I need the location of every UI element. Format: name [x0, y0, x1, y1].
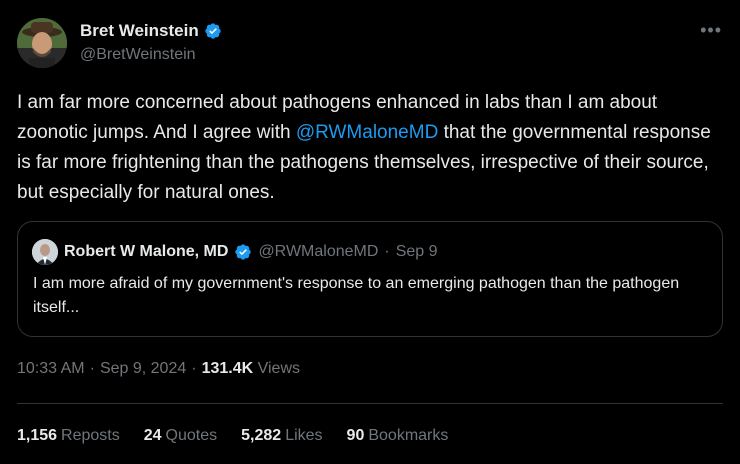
quoted-author-name: Robert W Malone, MD [64, 243, 229, 260]
quoted-author-handle: @RWMaloneMD [258, 243, 379, 260]
likes-stat[interactable]: 5,282 Likes [241, 427, 322, 445]
mention-link[interactable]: @RWMaloneMD [296, 122, 438, 143]
quoted-date: Sep 9 [395, 243, 438, 260]
author-name-row: Bret Weinstein [80, 21, 222, 41]
bookmarks-label: Bookmarks [368, 427, 449, 444]
author-avatar[interactable] [17, 18, 67, 68]
reposts-stat[interactable]: 1,156 Reposts [17, 427, 120, 445]
avatar-image [17, 18, 67, 68]
engagement-stats: 1,156 Reposts 24 Quotes 5,282 Likes 90 Bookm… [17, 427, 448, 445]
more-options-icon[interactable]: ••• [700, 20, 722, 41]
bookmarks-stat[interactable]: 90 Bookmarks [347, 427, 449, 445]
bookmarks-count: 90 [346, 427, 365, 444]
quoted-tweet-text: I am more afraid of my government's resp… [33, 275, 680, 316]
tweet-text: I am far more concerned about pathogens … [17, 88, 717, 208]
quoted-verified-badge-icon [235, 244, 252, 260]
quoted-tweet-card[interactable]: Robert W Malone, MD @RWMaloneMD · Sep 9 … [17, 221, 723, 337]
meta-separator-1: · [89, 360, 95, 377]
quoted-author-avatar [32, 239, 58, 265]
quotes-stat[interactable]: 24 Quotes [144, 427, 217, 445]
author-name[interactable]: Bret Weinstein [80, 21, 199, 41]
meta-separator-2: · [191, 360, 197, 377]
views[interactable]: 131.4K Views [202, 360, 300, 378]
author-handle[interactable]: @BretWeinstein [80, 46, 196, 64]
views-count: 131.4K [201, 360, 254, 377]
quoted-avatar-image [32, 239, 58, 265]
quoted-separator: · [384, 243, 390, 260]
quoted-tweet-header: Robert W Malone, MD @RWMaloneMD · Sep 9 [32, 239, 438, 265]
divider [17, 403, 723, 404]
reposts-count: 1,156 [17, 427, 58, 444]
reposts-label: Reposts [61, 427, 120, 444]
quotes-count: 24 [143, 427, 162, 444]
quotes-label: Quotes [165, 427, 218, 444]
tweet-date[interactable]: Sep 9, 2024 [100, 360, 186, 378]
verified-badge-icon [205, 23, 221, 39]
likes-count: 5,282 [241, 427, 282, 444]
tweet-meta: 10:33 AM · Sep 9, 2024 · 131.4K Views [17, 360, 300, 378]
views-label: Views [257, 360, 300, 377]
likes-label: Likes [285, 427, 323, 444]
tweet-time[interactable]: 10:33 AM [17, 360, 85, 378]
